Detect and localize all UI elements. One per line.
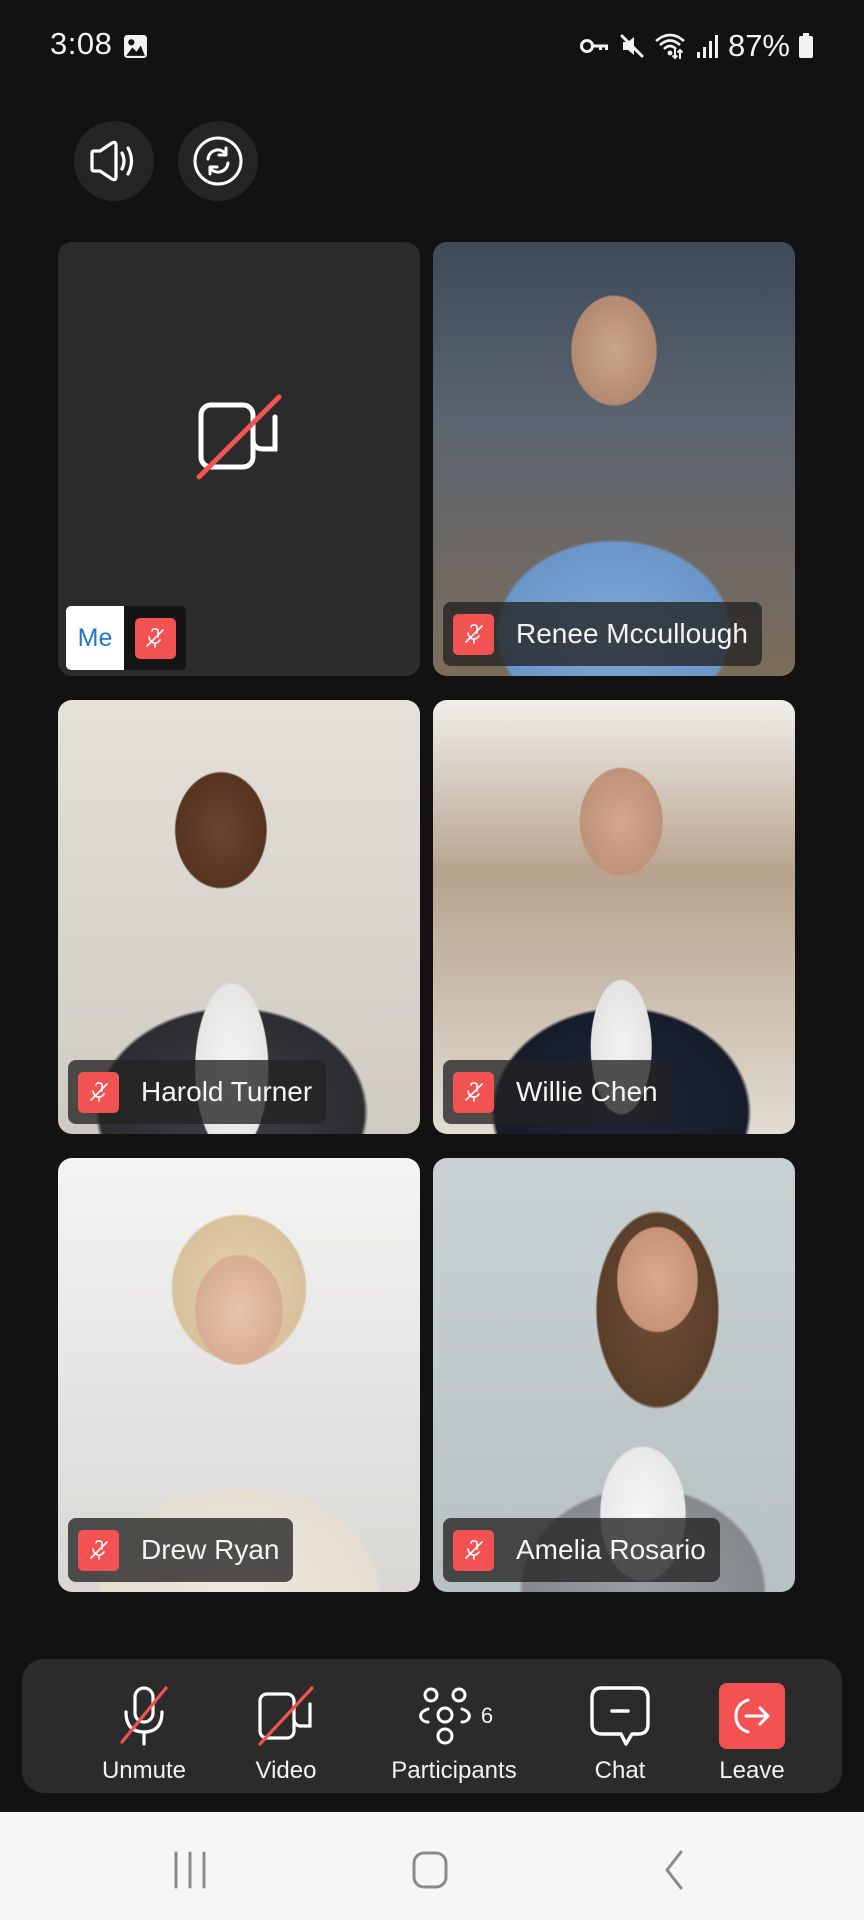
mic-off-icon xyxy=(464,1082,483,1102)
participant-grid: Me Renee Mccullough Harold Turner Willie… xyxy=(58,242,795,1592)
switch-camera-button[interactable] xyxy=(178,121,258,201)
self-name-tag: Me xyxy=(66,606,186,670)
recents-button[interactable] xyxy=(160,1850,220,1890)
unmute-icon-wrap xyxy=(116,1679,172,1753)
back-icon xyxy=(665,1850,683,1890)
participant-tile-me[interactable]: Me xyxy=(58,242,420,676)
leave-label: Leave xyxy=(719,1757,785,1784)
participants-icon xyxy=(419,1687,471,1745)
chat-button[interactable]: Chat xyxy=(562,1659,678,1793)
mic-off-icon xyxy=(146,628,164,648)
wifi-icon xyxy=(655,33,685,60)
home-button[interactable] xyxy=(400,1850,460,1890)
battery-icon xyxy=(799,33,813,58)
mic-off-icon xyxy=(89,1540,108,1560)
mic-off-icon xyxy=(89,1082,108,1102)
participants-icon-wrap: 6 xyxy=(415,1679,493,1753)
participants-count: 6 xyxy=(480,1703,494,1728)
participant-name-tag: Willie Chen xyxy=(443,1060,672,1124)
unmute-label: Unmute xyxy=(101,1757,187,1784)
mic-muted-badge xyxy=(453,613,494,655)
status-bar: 3:08 87% xyxy=(0,0,864,92)
participant-tile[interactable]: Amelia Rosario xyxy=(433,1158,795,1592)
recents-icon xyxy=(174,1851,206,1889)
mic-muted-badge xyxy=(78,1529,119,1571)
leave-icon xyxy=(734,1698,770,1734)
participants-label: Participants xyxy=(391,1757,517,1784)
mic-muted-badge xyxy=(134,617,176,659)
participant-name-tag: Drew Ryan xyxy=(68,1518,294,1582)
unmute-button[interactable]: Unmute xyxy=(80,1659,208,1793)
mic-muted-badge xyxy=(78,1071,119,1113)
video-icon-wrap xyxy=(256,1679,316,1753)
vpn-key-icon xyxy=(579,39,608,53)
system-nav-bar xyxy=(0,1812,864,1920)
participant-name: Renee Mccullough xyxy=(516,618,748,649)
participant-tile[interactable]: Harold Turner xyxy=(58,700,420,1134)
me-mic-wrap xyxy=(124,606,186,670)
mic-off-icon xyxy=(120,1686,168,1746)
participant-tile[interactable]: Drew Ryan xyxy=(58,1158,420,1592)
mute-icon xyxy=(620,34,644,58)
switch-camera-icon xyxy=(193,136,243,186)
participant-name: Amelia Rosario xyxy=(516,1534,706,1565)
participant-name: Willie Chen xyxy=(516,1076,658,1107)
participant-name-tag: Amelia Rosario xyxy=(443,1518,720,1582)
participant-name-tag: Renee Mccullough xyxy=(443,602,762,666)
chat-icon xyxy=(590,1686,650,1746)
leave-icon-wrap xyxy=(719,1679,785,1753)
leave-button[interactable]: Leave xyxy=(694,1659,810,1793)
leave-icon-box xyxy=(719,1683,785,1749)
status-icons: 87% xyxy=(579,26,814,66)
call-toolbar: Unmute Video 6 Participants Chat Leave xyxy=(22,1659,842,1793)
participant-name-tag: Harold Turner xyxy=(68,1060,327,1124)
chat-label: Chat xyxy=(594,1757,646,1784)
home-icon xyxy=(412,1851,448,1889)
participant-name: Harold Turner xyxy=(141,1076,313,1107)
mic-muted-badge xyxy=(453,1071,494,1113)
video-label: Video xyxy=(255,1757,317,1784)
status-time: 3:08 xyxy=(50,26,113,61)
back-button[interactable] xyxy=(644,1850,704,1890)
participant-name: Drew Ryan xyxy=(141,1534,280,1565)
video-button[interactable]: Video xyxy=(226,1659,346,1793)
participants-button[interactable]: 6 Participants xyxy=(366,1659,542,1793)
camera-off-icon xyxy=(258,1686,314,1746)
battery-percent: 87% xyxy=(727,28,790,63)
gallery-icon xyxy=(124,35,147,58)
mic-off-icon xyxy=(464,624,483,644)
chat-icon-wrap xyxy=(588,1679,652,1753)
speaker-button[interactable] xyxy=(74,121,154,201)
mic-off-icon xyxy=(464,1540,483,1560)
participant-tile[interactable]: Renee Mccullough xyxy=(433,242,795,676)
signal-icon xyxy=(696,35,718,58)
speaker-icon xyxy=(90,140,134,182)
participant-tile[interactable]: Willie Chen xyxy=(433,700,795,1134)
me-label: Me xyxy=(66,606,124,670)
camera-off-icon xyxy=(196,394,282,480)
mic-muted-badge xyxy=(453,1529,494,1571)
